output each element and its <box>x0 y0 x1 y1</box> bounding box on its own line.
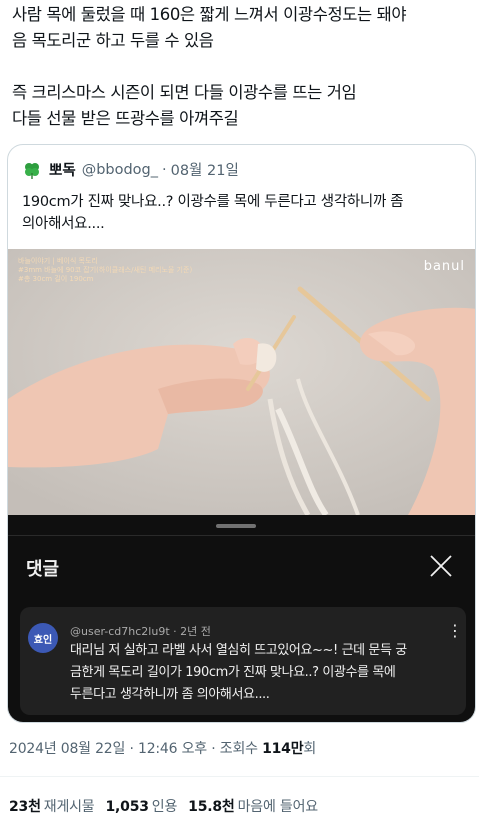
stat-number: 15.8천 <box>188 799 235 815</box>
overlay-line: 바늘이야기 | 베이식 목도리 <box>18 257 98 265</box>
tweet-line: 즉 크리스마스 시즌이 되면 다들 이광수를 뜨는 거임 <box>12 83 357 102</box>
post-date[interactable]: 2024년 08월 22일 <box>9 741 125 757</box>
views-count: 114만 <box>262 741 304 757</box>
tweet-text: 사람 목에 둘렀을 때 160은 짧게 느껴서 이광수정도는 돼야 음 목도리군… <box>12 2 472 132</box>
views-label: 조회수 <box>219 741 258 757</box>
quote-media[interactable]: 바늘이야기 | 베이식 목도리 #3mm 바늘에 90코 잡기(하이클래스/새틴… <box>8 249 475 722</box>
avatar[interactable]: 효인 <box>28 623 58 653</box>
quote-header: 뽀독 @bbodog_ · 08월 21일 <box>22 159 239 180</box>
quote-text-line: 190cm가 진짜 맞나요..? 이광수를 목에 두른다고 생각하니까 좀 <box>22 194 404 210</box>
quoted-tweet[interactable]: 뽀독 @bbodog_ · 08월 21일 190cm가 진짜 맞나요..? 이… <box>7 144 476 723</box>
comments-sheet: 댓글 효인 @user-cd7hc2lu9t · 2년 전 ⋮ 대리님 저 실하… <box>8 515 475 722</box>
reposts-stat[interactable]: 23천 재게시물 <box>9 796 95 816</box>
post-meta: 2024년 08월 22일 · 12:46 오후 · 조회수 114만회 <box>9 738 316 758</box>
quotes-stat[interactable]: 1,053 인용 <box>106 796 178 816</box>
separator-dot: · <box>162 161 167 178</box>
divider <box>8 535 475 536</box>
stat-label: 마음에 들어요 <box>237 799 319 815</box>
comment-meta: @user-cd7hc2lu9t · 2년 전 <box>70 623 211 639</box>
tweet-line: 다들 선물 받은 뜨광수를 아껴주길 <box>12 109 239 128</box>
brand-watermark: banul <box>423 259 465 274</box>
comment-text-line: 두른다고 생각하니까 좀 의아해서요.... <box>70 687 270 702</box>
comment-author[interactable]: @user-cd7hc2lu9t <box>70 625 170 638</box>
stat-label: 재게시물 <box>43 799 95 815</box>
likes-stat[interactable]: 15.8천 마음에 들어요 <box>188 796 318 816</box>
comment-item[interactable]: 효인 @user-cd7hc2lu9t · 2년 전 ⋮ 대리님 저 실하고 라… <box>20 607 466 715</box>
more-vertical-icon[interactable]: ⋮ <box>447 621 463 641</box>
close-icon[interactable] <box>426 551 456 581</box>
comment-list: 효인 @user-cd7hc2lu9t · 2년 전 ⋮ 대리님 저 실하고 라… <box>8 607 475 722</box>
divider <box>0 776 479 777</box>
drag-handle[interactable] <box>216 524 256 528</box>
clover-icon <box>25 162 39 179</box>
overlay-line: #총 30cm 길이 190cm <box>18 275 94 283</box>
stat-number: 1,053 <box>105 799 149 815</box>
comment-text-line: 대리님 저 실하고 라벨 사서 열심히 뜨고있어요~~! 근데 문득 궁 <box>70 643 407 658</box>
knitting-hands-image <box>8 249 475 515</box>
quote-text: 190cm가 진짜 맞나요..? 이광수를 목에 두른다고 생각하니까 좀 의아… <box>22 191 462 235</box>
video-frame[interactable]: 바늘이야기 | 베이식 목도리 #3mm 바늘에 90코 잡기(하이클래스/새틴… <box>8 249 475 515</box>
comment-text: 대리님 저 실하고 라벨 사서 열심히 뜨고있어요~~! 근데 문득 궁 금한게… <box>70 640 460 706</box>
quote-date: 08월 21일 <box>170 163 239 179</box>
comment-text-line: 금한게 목도리 길이가 190cm가 진짜 맞나요..? 이광수를 목에 <box>70 665 396 680</box>
quote-author-handle[interactable]: @bbodog_ <box>82 162 158 178</box>
quote-text-line: 의아해서요.... <box>22 216 105 232</box>
video-overlay-caption: 바늘이야기 | 베이식 목도리 #3mm 바늘에 90코 잡기(하이클래스/새틴… <box>18 257 192 284</box>
engagement-stats: 23천 재게시물 1,053 인용 15.8천 마음에 들어요 <box>9 796 318 816</box>
comment-time: 2년 전 <box>180 625 211 638</box>
separator-dot: · <box>129 741 134 757</box>
overlay-line: #3mm 바늘에 90코 잡기(하이클래스/새틴 메리노울 기준) <box>18 266 193 274</box>
views-suffix: 회 <box>303 741 317 757</box>
tweet-line: 사람 목에 둘렀을 때 160은 짧게 느껴서 이광수정도는 돼야 <box>12 5 407 24</box>
post-time[interactable]: 12:46 오후 <box>138 741 207 757</box>
separator-dot: · <box>211 741 216 757</box>
quote-author-name[interactable]: 뽀독 <box>49 159 76 180</box>
stat-number: 23천 <box>9 799 41 815</box>
comments-title: 댓글 <box>26 559 60 580</box>
stat-label: 인용 <box>151 799 178 815</box>
tweet-line: 음 목도리군 하고 두를 수 있음 <box>12 31 214 50</box>
